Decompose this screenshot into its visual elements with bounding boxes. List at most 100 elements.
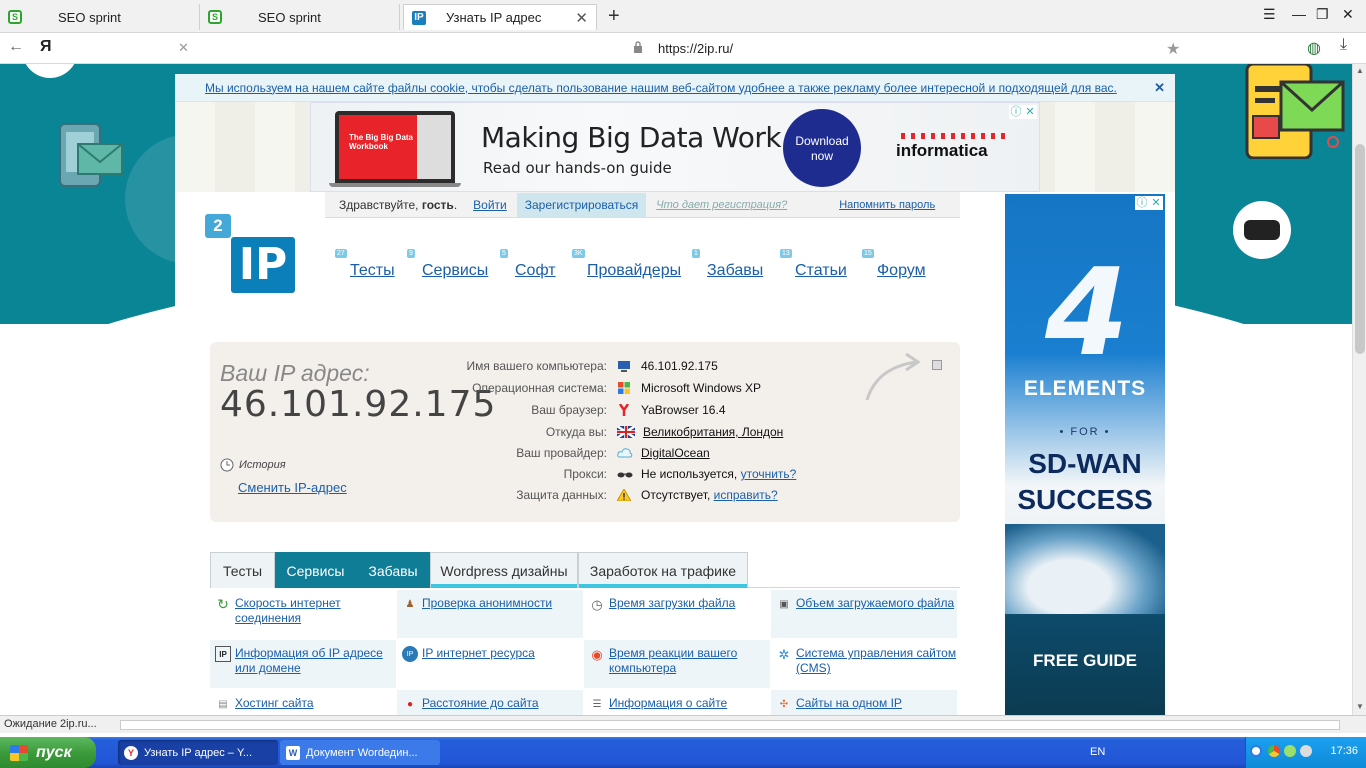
- tray-arrow-icon[interactable]: [1250, 745, 1262, 757]
- warning-icon: [617, 489, 631, 501]
- service-item[interactable]: ▤ Хостинг сайта: [210, 690, 396, 715]
- browser-tab-2[interactable]: S SEO sprint: [200, 4, 400, 30]
- taskbar-item-browser[interactable]: Y Узнать IP адрес – Y...: [118, 740, 278, 765]
- service-item[interactable]: IP IP интернет ресурса: [397, 640, 583, 688]
- ad-info-icon[interactable]: ⓘ: [1135, 196, 1149, 210]
- tab-traffic-earnings[interactable]: Заработок на трафике: [578, 552, 748, 588]
- chrome-icon[interactable]: [1268, 745, 1280, 757]
- ad-close-icon[interactable]: ✕: [1149, 196, 1163, 210]
- back-icon[interactable]: ←: [8, 38, 24, 56]
- top-banner-ad[interactable]: The Big Big Data Workbook Making Big Dat…: [310, 102, 1040, 192]
- ad-download-button[interactable]: Download now: [783, 109, 861, 187]
- vr-headset-icon: [1233, 201, 1291, 259]
- close-cookie-icon[interactable]: ✕: [1154, 80, 1165, 96]
- history[interactable]: История: [220, 458, 286, 472]
- anonymity-icon: ♟: [405, 598, 415, 610]
- page-viewport: Мы используем на нашем сайте файлы cooki…: [0, 64, 1352, 715]
- tab-services[interactable]: Сервисы: [275, 552, 356, 588]
- logo-ip[interactable]: IP: [231, 237, 295, 293]
- logo-2[interactable]: 2: [205, 214, 231, 238]
- close-tab-icon[interactable]: ✕: [575, 9, 588, 27]
- why-register-link[interactable]: Что дает регистрация?: [656, 199, 787, 211]
- tab-title: SEO sprint: [258, 9, 321, 25]
- ad-close-icon[interactable]: ✕: [1023, 105, 1037, 119]
- info-row-browser: Ваш браузер: YaBrowser 16.4: [531, 403, 726, 417]
- browser-tab-active[interactable]: IP Узнать IP адрес ✕: [403, 4, 597, 30]
- taskbar-item-word[interactable]: W Документ Wordедин...: [280, 740, 440, 765]
- clear-url-icon[interactable]: ✕: [178, 40, 189, 56]
- close-window-icon[interactable]: ✕: [1342, 6, 1354, 23]
- url-field[interactable]: https://2ip.ru/: [658, 41, 733, 56]
- yandex-browser-icon: Y: [124, 745, 138, 760]
- yandex-icon[interactable]: Я: [40, 38, 52, 56]
- hosting-icon: ▤: [218, 698, 228, 710]
- download-icon[interactable]: ⤓: [1340, 36, 1347, 54]
- service-item[interactable]: ● Расстояние до сайта: [397, 690, 583, 715]
- system-tray: 17:36: [1245, 737, 1366, 768]
- proxy-clarify-link[interactable]: уточнить?: [741, 467, 797, 481]
- service-item[interactable]: ◷ Время загрузки файла: [584, 590, 770, 638]
- ad-cta[interactable]: FREE GUIDE: [1005, 651, 1165, 671]
- service-item[interactable]: ▣ Объем загружаемого файла: [771, 590, 957, 638]
- service-item[interactable]: ✣ Сайты на одном IP: [771, 690, 957, 715]
- nav-articles[interactable]: 13 Статьи: [780, 249, 847, 280]
- login-link[interactable]: Войти: [473, 198, 507, 212]
- tab-tests[interactable]: Тесты: [210, 552, 275, 588]
- protection-fix-link[interactable]: исправить?: [714, 488, 778, 502]
- 2ip-icon: IP: [412, 10, 426, 25]
- service-item[interactable]: ♟ Проверка анонимности: [397, 590, 583, 638]
- minimize-icon[interactable]: —: [1292, 6, 1306, 22]
- language-indicator[interactable]: EN: [1090, 746, 1105, 758]
- change-ip-link[interactable]: Сменить IP-адрес: [238, 480, 347, 495]
- pin-icon: ●: [406, 698, 414, 710]
- service-item[interactable]: ↻ Скорость интернет соединения: [210, 590, 396, 638]
- word-document-icon: W: [286, 745, 300, 760]
- start-button[interactable]: пуск: [0, 737, 96, 768]
- share-arrow-icon: [865, 352, 921, 401]
- ad-for: • FOR •: [1059, 426, 1111, 438]
- scroll-up-icon[interactable]: ▲: [1356, 66, 1364, 75]
- volume-icon[interactable]: [1300, 745, 1312, 757]
- remind-password-link[interactable]: Напомнить пароль: [839, 199, 935, 211]
- same-ip-icon: ✣: [779, 698, 789, 710]
- scroll-down-icon[interactable]: ▼: [1356, 702, 1364, 711]
- service-item[interactable]: ✲ Система управления сайтом (CMS): [771, 640, 957, 688]
- site-info-icon: ☰: [592, 698, 602, 710]
- computer-icon: [618, 361, 630, 372]
- new-tab-icon[interactable]: +: [608, 5, 620, 28]
- nav-software[interactable]: 5 Софт: [500, 249, 556, 280]
- cookie-notice: Мы используем на нашем сайте файлы cooki…: [175, 74, 1175, 102]
- nav-providers[interactable]: 3K Провайдеры: [572, 249, 681, 280]
- tab-fun[interactable]: Забавы: [356, 552, 430, 588]
- info-row-provider: Ваш провайдер: DigitalOcean: [516, 446, 710, 460]
- nav-forum[interactable]: 15 Форум: [862, 249, 926, 280]
- menu-icon[interactable]: ☰: [1263, 6, 1276, 23]
- scrollbar-thumb[interactable]: [1355, 144, 1365, 354]
- info-row-location: Откуда вы: Великобритания, Лондон: [545, 425, 784, 439]
- network-icon[interactable]: [1284, 745, 1296, 757]
- provider-link[interactable]: DigitalOcean: [641, 446, 710, 460]
- tab-wordpress[interactable]: Wordpress дизайны: [430, 552, 578, 588]
- tab-title: SEO sprint: [58, 9, 121, 25]
- ip-box-checkbox[interactable]: [932, 360, 942, 370]
- globe-icon[interactable]: ◍: [1307, 38, 1321, 58]
- location-link[interactable]: Великобритания, Лондон: [643, 425, 783, 439]
- bookmark-star-icon[interactable]: ★: [1166, 39, 1180, 59]
- cms-icon: ✲: [778, 646, 790, 662]
- browser-tab-1[interactable]: S SEO sprint: [0, 4, 200, 30]
- service-item[interactable]: ◉ Время реакции вашего компьютера: [584, 640, 770, 688]
- nav-services[interactable]: 9 Сервисы: [407, 249, 488, 280]
- seosprint-icon: S: [208, 10, 222, 24]
- nav-fun[interactable]: 1 Забавы: [692, 249, 763, 280]
- service-item[interactable]: ☰ Информация о сайте: [584, 690, 770, 715]
- cloud-icon: [617, 448, 633, 458]
- ad-info-icon[interactable]: ⓘ: [1009, 105, 1023, 119]
- service-item[interactable]: IP Информация об IP адресе или домене: [210, 640, 396, 688]
- register-button[interactable]: Зарегистрироваться: [516, 192, 647, 217]
- cookie-notice-link[interactable]: Мы используем на нашем сайте файлы cooki…: [205, 81, 1117, 95]
- nav-tests[interactable]: 27 Тесты: [335, 249, 395, 280]
- windows-icon: [618, 382, 630, 394]
- restore-icon[interactable]: ❐: [1316, 6, 1329, 23]
- right-banner-ad[interactable]: 4 ELEMENTS • FOR • SD-WAN SUCCESS FREE GU…: [1005, 194, 1165, 715]
- page-scrollbar[interactable]: ▲ ▼: [1352, 64, 1366, 715]
